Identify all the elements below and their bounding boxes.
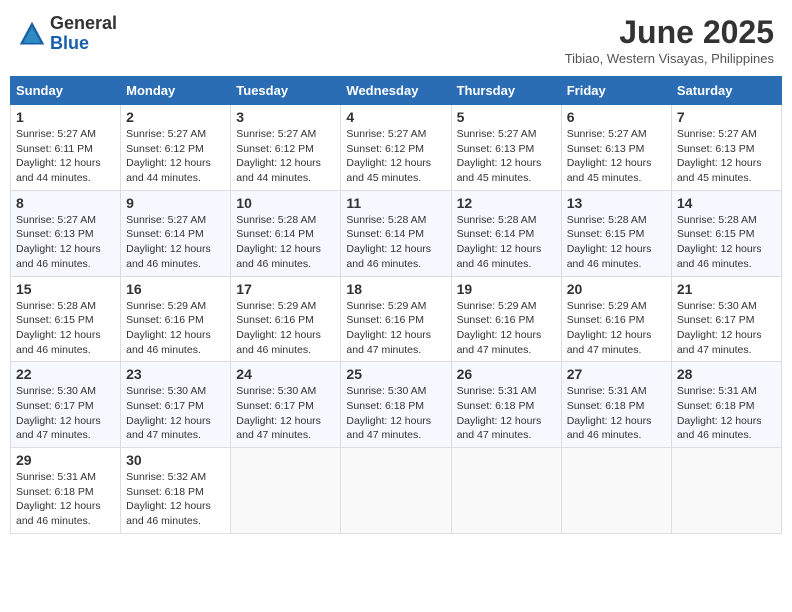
header-tuesday: Tuesday [231, 77, 341, 105]
day-7: 7 Sunrise: 5:27 AM Sunset: 6:13 PM Dayli… [671, 105, 781, 191]
day-17: 17 Sunrise: 5:29 AM Sunset: 6:16 PM Dayl… [231, 276, 341, 362]
day-21: 21 Sunrise: 5:30 AM Sunset: 6:17 PM Dayl… [671, 276, 781, 362]
day-6: 6 Sunrise: 5:27 AM Sunset: 6:13 PM Dayli… [561, 105, 671, 191]
day-19: 19 Sunrise: 5:29 AM Sunset: 6:16 PM Dayl… [451, 276, 561, 362]
logo-general-text: General [50, 13, 117, 33]
day-20: 20 Sunrise: 5:29 AM Sunset: 6:16 PM Dayl… [561, 276, 671, 362]
calendar-table: Sunday Monday Tuesday Wednesday Thursday… [10, 76, 782, 534]
day-8: 8 Sunrise: 5:27 AM Sunset: 6:13 PM Dayli… [11, 190, 121, 276]
day-2: 2 Sunrise: 5:27 AM Sunset: 6:12 PM Dayli… [121, 105, 231, 191]
day-3: 3 Sunrise: 5:27 AM Sunset: 6:12 PM Dayli… [231, 105, 341, 191]
day-16: 16 Sunrise: 5:29 AM Sunset: 6:16 PM Dayl… [121, 276, 231, 362]
day-22: 22 Sunrise: 5:30 AM Sunset: 6:17 PM Dayl… [11, 362, 121, 448]
day-18: 18 Sunrise: 5:29 AM Sunset: 6:16 PM Dayl… [341, 276, 451, 362]
page-header: General Blue June 2025 Tibiao, Western V… [10, 10, 782, 70]
day-26: 26 Sunrise: 5:31 AM Sunset: 6:18 PM Dayl… [451, 362, 561, 448]
header-thursday: Thursday [451, 77, 561, 105]
day-23: 23 Sunrise: 5:30 AM Sunset: 6:17 PM Dayl… [121, 362, 231, 448]
header-sunday: Sunday [11, 77, 121, 105]
day-1: 1 Sunrise: 5:27 AM Sunset: 6:11 PM Dayli… [11, 105, 121, 191]
day-30: 30 Sunrise: 5:32 AM Sunset: 6:18 PM Dayl… [121, 448, 231, 534]
day-12: 12 Sunrise: 5:28 AM Sunset: 6:14 PM Dayl… [451, 190, 561, 276]
day-9: 9 Sunrise: 5:27 AM Sunset: 6:14 PM Dayli… [121, 190, 231, 276]
header-monday: Monday [121, 77, 231, 105]
day-28: 28 Sunrise: 5:31 AM Sunset: 6:18 PM Dayl… [671, 362, 781, 448]
day-14: 14 Sunrise: 5:28 AM Sunset: 6:15 PM Dayl… [671, 190, 781, 276]
day-10: 10 Sunrise: 5:28 AM Sunset: 6:14 PM Dayl… [231, 190, 341, 276]
logo: General Blue [18, 14, 117, 54]
empty-cell-1 [231, 448, 341, 534]
title-block: June 2025 Tibiao, Western Visayas, Phili… [565, 14, 774, 66]
day-29: 29 Sunrise: 5:31 AM Sunset: 6:18 PM Dayl… [11, 448, 121, 534]
day-15: 15 Sunrise: 5:28 AM Sunset: 6:15 PM Dayl… [11, 276, 121, 362]
month-title: June 2025 [565, 14, 774, 51]
location-text: Tibiao, Western Visayas, Philippines [565, 51, 774, 66]
header-wednesday: Wednesday [341, 77, 451, 105]
week-row-4: 22 Sunrise: 5:30 AM Sunset: 6:17 PM Dayl… [11, 362, 782, 448]
empty-cell-3 [451, 448, 561, 534]
day-5: 5 Sunrise: 5:27 AM Sunset: 6:13 PM Dayli… [451, 105, 561, 191]
empty-cell-5 [671, 448, 781, 534]
day-13: 13 Sunrise: 5:28 AM Sunset: 6:15 PM Dayl… [561, 190, 671, 276]
day-4: 4 Sunrise: 5:27 AM Sunset: 6:12 PM Dayli… [341, 105, 451, 191]
day-27: 27 Sunrise: 5:31 AM Sunset: 6:18 PM Dayl… [561, 362, 671, 448]
week-row-1: 1 Sunrise: 5:27 AM Sunset: 6:11 PM Dayli… [11, 105, 782, 191]
day-24: 24 Sunrise: 5:30 AM Sunset: 6:17 PM Dayl… [231, 362, 341, 448]
empty-cell-4 [561, 448, 671, 534]
week-row-2: 8 Sunrise: 5:27 AM Sunset: 6:13 PM Dayli… [11, 190, 782, 276]
header-saturday: Saturday [671, 77, 781, 105]
empty-cell-2 [341, 448, 451, 534]
day-11: 11 Sunrise: 5:28 AM Sunset: 6:14 PM Dayl… [341, 190, 451, 276]
week-row-5: 29 Sunrise: 5:31 AM Sunset: 6:18 PM Dayl… [11, 448, 782, 534]
header-friday: Friday [561, 77, 671, 105]
weekday-header-row: Sunday Monday Tuesday Wednesday Thursday… [11, 77, 782, 105]
day-25: 25 Sunrise: 5:30 AM Sunset: 6:18 PM Dayl… [341, 362, 451, 448]
logo-blue-text: Blue [50, 33, 89, 53]
logo-icon [18, 20, 46, 48]
week-row-3: 15 Sunrise: 5:28 AM Sunset: 6:15 PM Dayl… [11, 276, 782, 362]
